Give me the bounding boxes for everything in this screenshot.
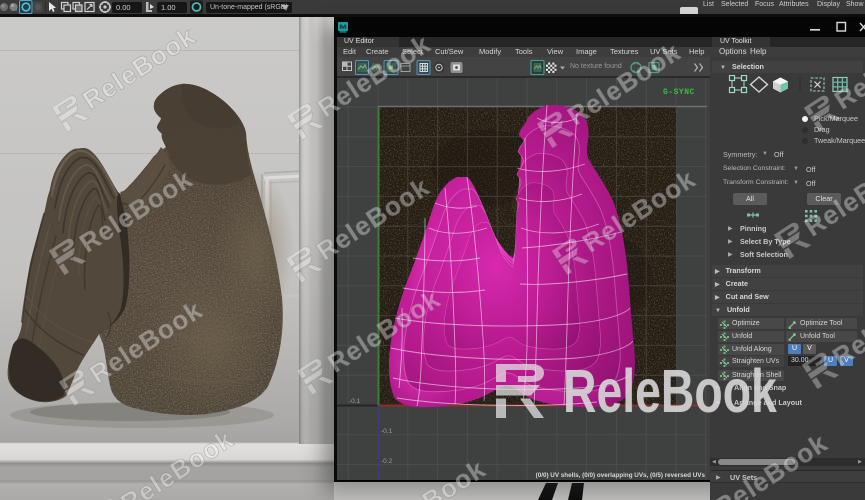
svg-text:-0.1: -0.1 (349, 398, 361, 405)
svg-text:-0.1: -0.1 (381, 428, 393, 435)
svg-text:-0.2: -0.2 (381, 458, 393, 465)
svg-text:(0/0) UV shells, (0/0) overlap: (0/0) UV shells, (0/0) overlapping UVs, … (536, 472, 706, 479)
svg-text:G-SYNC: G-SYNC (663, 88, 695, 97)
